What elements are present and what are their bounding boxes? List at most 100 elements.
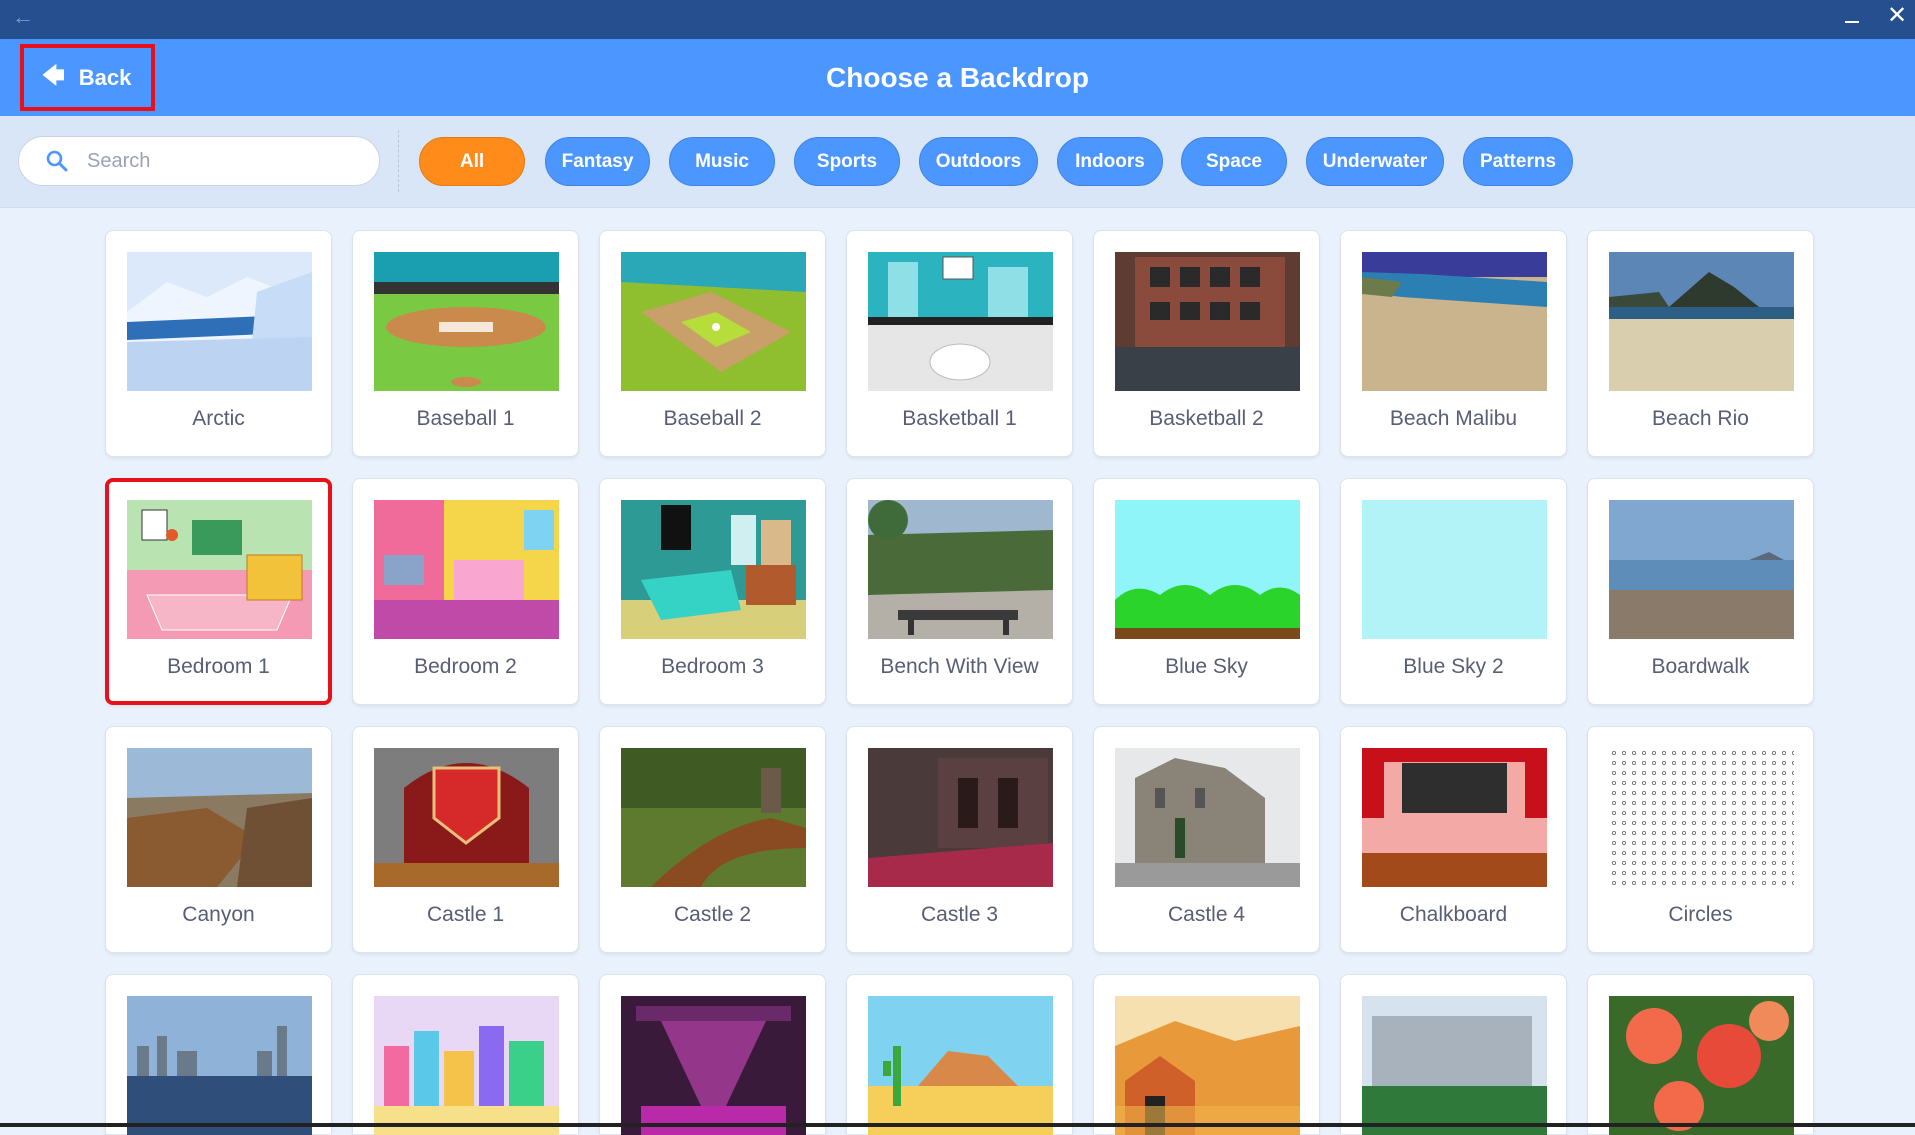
backdrop-thumbnail	[127, 748, 312, 887]
backdrop-label: Castle 4	[1167, 903, 1246, 926]
backdrop-thumbnail	[374, 500, 559, 639]
backdrop-card-bedroom-3[interactable]: Bedroom 3	[599, 478, 826, 705]
backdrop-thumbnail	[1609, 252, 1794, 391]
backdrop-thumbnail	[868, 500, 1053, 639]
backdrop-label: Circles	[1668, 903, 1733, 926]
backdrop-thumbnail	[868, 996, 1053, 1135]
backdrop-thumbnail	[1115, 252, 1300, 391]
backdrop-card-castle-3[interactable]: Castle 3	[846, 726, 1073, 953]
backdrop-thumbnail	[374, 748, 559, 887]
backdrop-label: Basketball 2	[1149, 407, 1264, 430]
backdrop-card-bench-with-view[interactable]: Bench With View	[846, 478, 1073, 705]
backdrop-label: Boardwalk	[1651, 655, 1750, 678]
backdrop-thumbnail	[868, 252, 1053, 391]
tag-music[interactable]: Music	[669, 137, 775, 186]
back-button-label: Back	[78, 64, 132, 90]
search-icon	[46, 150, 68, 172]
filter-bar: All Fantasy Music Sports Outdoors Indoor…	[0, 116, 1915, 208]
minimize-icon[interactable]	[1842, 8, 1862, 28]
filter-divider	[398, 130, 399, 192]
backdrop-grid: Arctic Baseball 1 Baseball 2 Basketball …	[0, 208, 1915, 1135]
backdrop-card-city-skyline[interactable]	[105, 974, 332, 1135]
backdrop-card-baseball-1[interactable]: Baseball 1	[352, 230, 579, 457]
backdrop-thumbnail	[1115, 500, 1300, 639]
backdrop-label: Beach Rio	[1652, 407, 1749, 430]
backdrop-card-castle-4[interactable]: Castle 4	[1093, 726, 1320, 953]
backdrop-card-basketball-2[interactable]: Basketball 2	[1093, 230, 1320, 457]
tag-all[interactable]: All	[419, 137, 525, 186]
backdrop-label: Chalkboard	[1399, 903, 1508, 926]
tag-indoors[interactable]: Indoors	[1057, 137, 1163, 186]
arrow-left-icon[interactable]: ←	[12, 6, 34, 28]
backdrop-card-farm[interactable]	[1093, 974, 1320, 1135]
backdrop-card-castle-2[interactable]: Castle 2	[599, 726, 826, 953]
search-input[interactable]	[87, 149, 347, 173]
backdrop-thumbnail	[621, 996, 806, 1135]
backdrop-label: Basketball 1	[902, 407, 1017, 430]
backdrop-card-flowers[interactable]	[1587, 974, 1814, 1135]
backdrop-thumbnail	[127, 252, 312, 391]
backdrop-thumbnail	[1362, 500, 1547, 639]
backdrop-thumbnail	[1609, 748, 1794, 887]
backdrop-label: Bedroom 1	[167, 655, 270, 678]
backdrop-card-canyon[interactable]: Canyon	[105, 726, 332, 953]
tag-underwater[interactable]: Underwater	[1306, 137, 1444, 186]
backdrop-card-arctic[interactable]: Arctic	[105, 230, 332, 457]
backdrop-label: Baseball 1	[416, 407, 515, 430]
backdrop-label: Blue Sky 2	[1403, 655, 1504, 678]
backdrop-thumbnail	[1115, 748, 1300, 887]
backdrop-card-baseball-2[interactable]: Baseball 2	[599, 230, 826, 457]
backdrop-thumbnail	[1609, 996, 1794, 1135]
backdrop-card-circles[interactable]: Circles	[1587, 726, 1814, 953]
backdrop-thumbnail	[621, 500, 806, 639]
backdrop-label: Castle 2	[673, 903, 752, 926]
backdrop-label: Baseball 2	[663, 407, 762, 430]
tag-fantasy[interactable]: Fantasy	[545, 137, 650, 186]
backdrop-card-beach-rio[interactable]: Beach Rio	[1587, 230, 1814, 457]
back-arrow-icon: 🡄	[42, 62, 65, 88]
tag-space[interactable]: Space	[1181, 137, 1287, 186]
backdrop-label: Beach Malibu	[1389, 407, 1518, 430]
backdrop-card-concert[interactable]	[599, 974, 826, 1135]
backdrop-thumbnail	[1362, 996, 1547, 1135]
search-box[interactable]	[18, 136, 380, 186]
window-titlebar: ← ✕	[0, 0, 1915, 39]
backdrop-card-castle-1[interactable]: Castle 1	[352, 726, 579, 953]
backdrop-thumbnail	[374, 252, 559, 391]
backdrop-card-boardwalk[interactable]: Boardwalk	[1587, 478, 1814, 705]
backdrop-thumbnail	[621, 252, 806, 391]
backdrop-thumbnail	[374, 996, 559, 1135]
back-button[interactable]: 🡄 Back	[20, 44, 155, 111]
backdrop-card-bedroom-2[interactable]: Bedroom 2	[352, 478, 579, 705]
backdrop-label: Arctic	[192, 407, 245, 430]
backdrop-label: Castle 3	[920, 903, 999, 926]
backdrop-label: Canyon	[182, 903, 255, 926]
page-title: Choose a Backdrop	[826, 62, 1089, 93]
window-bottom-edge	[0, 1123, 1915, 1127]
backdrop-label: Bench With View	[880, 655, 1039, 678]
backdrop-card-basketball-1[interactable]: Basketball 1	[846, 230, 1073, 457]
backdrop-label: Blue Sky	[1165, 655, 1248, 678]
tag-patterns[interactable]: Patterns	[1463, 137, 1573, 186]
close-icon[interactable]: ✕	[1886, 4, 1908, 28]
backdrop-thumbnail	[1362, 748, 1547, 887]
tag-outdoors[interactable]: Outdoors	[919, 137, 1038, 186]
backdrop-thumbnail	[127, 500, 312, 639]
backdrop-card-chalkboard[interactable]: Chalkboard	[1340, 726, 1567, 953]
backdrop-thumbnail	[1362, 252, 1547, 391]
backdrop-card-field[interactable]	[1340, 974, 1567, 1135]
tag-sports[interactable]: Sports	[794, 137, 900, 186]
backdrop-label: Bedroom 2	[414, 655, 517, 678]
backdrop-thumbnail	[621, 748, 806, 887]
backdrop-card-blue-sky-2[interactable]: Blue Sky 2	[1340, 478, 1567, 705]
backdrop-card-bedroom-1[interactable]: Bedroom 1	[105, 478, 332, 705]
backdrop-thumbnail	[127, 996, 312, 1135]
backdrop-thumbnail	[868, 748, 1053, 887]
backdrop-label: Bedroom 3	[661, 655, 764, 678]
backdrop-card-beach-malibu[interactable]: Beach Malibu	[1340, 230, 1567, 457]
backdrop-card-blue-sky[interactable]: Blue Sky	[1093, 478, 1320, 705]
backdrop-thumbnail	[1115, 996, 1300, 1135]
backdrop-thumbnail	[1609, 500, 1794, 639]
backdrop-card-colorful-city[interactable]	[352, 974, 579, 1135]
backdrop-card-desert[interactable]	[846, 974, 1073, 1135]
